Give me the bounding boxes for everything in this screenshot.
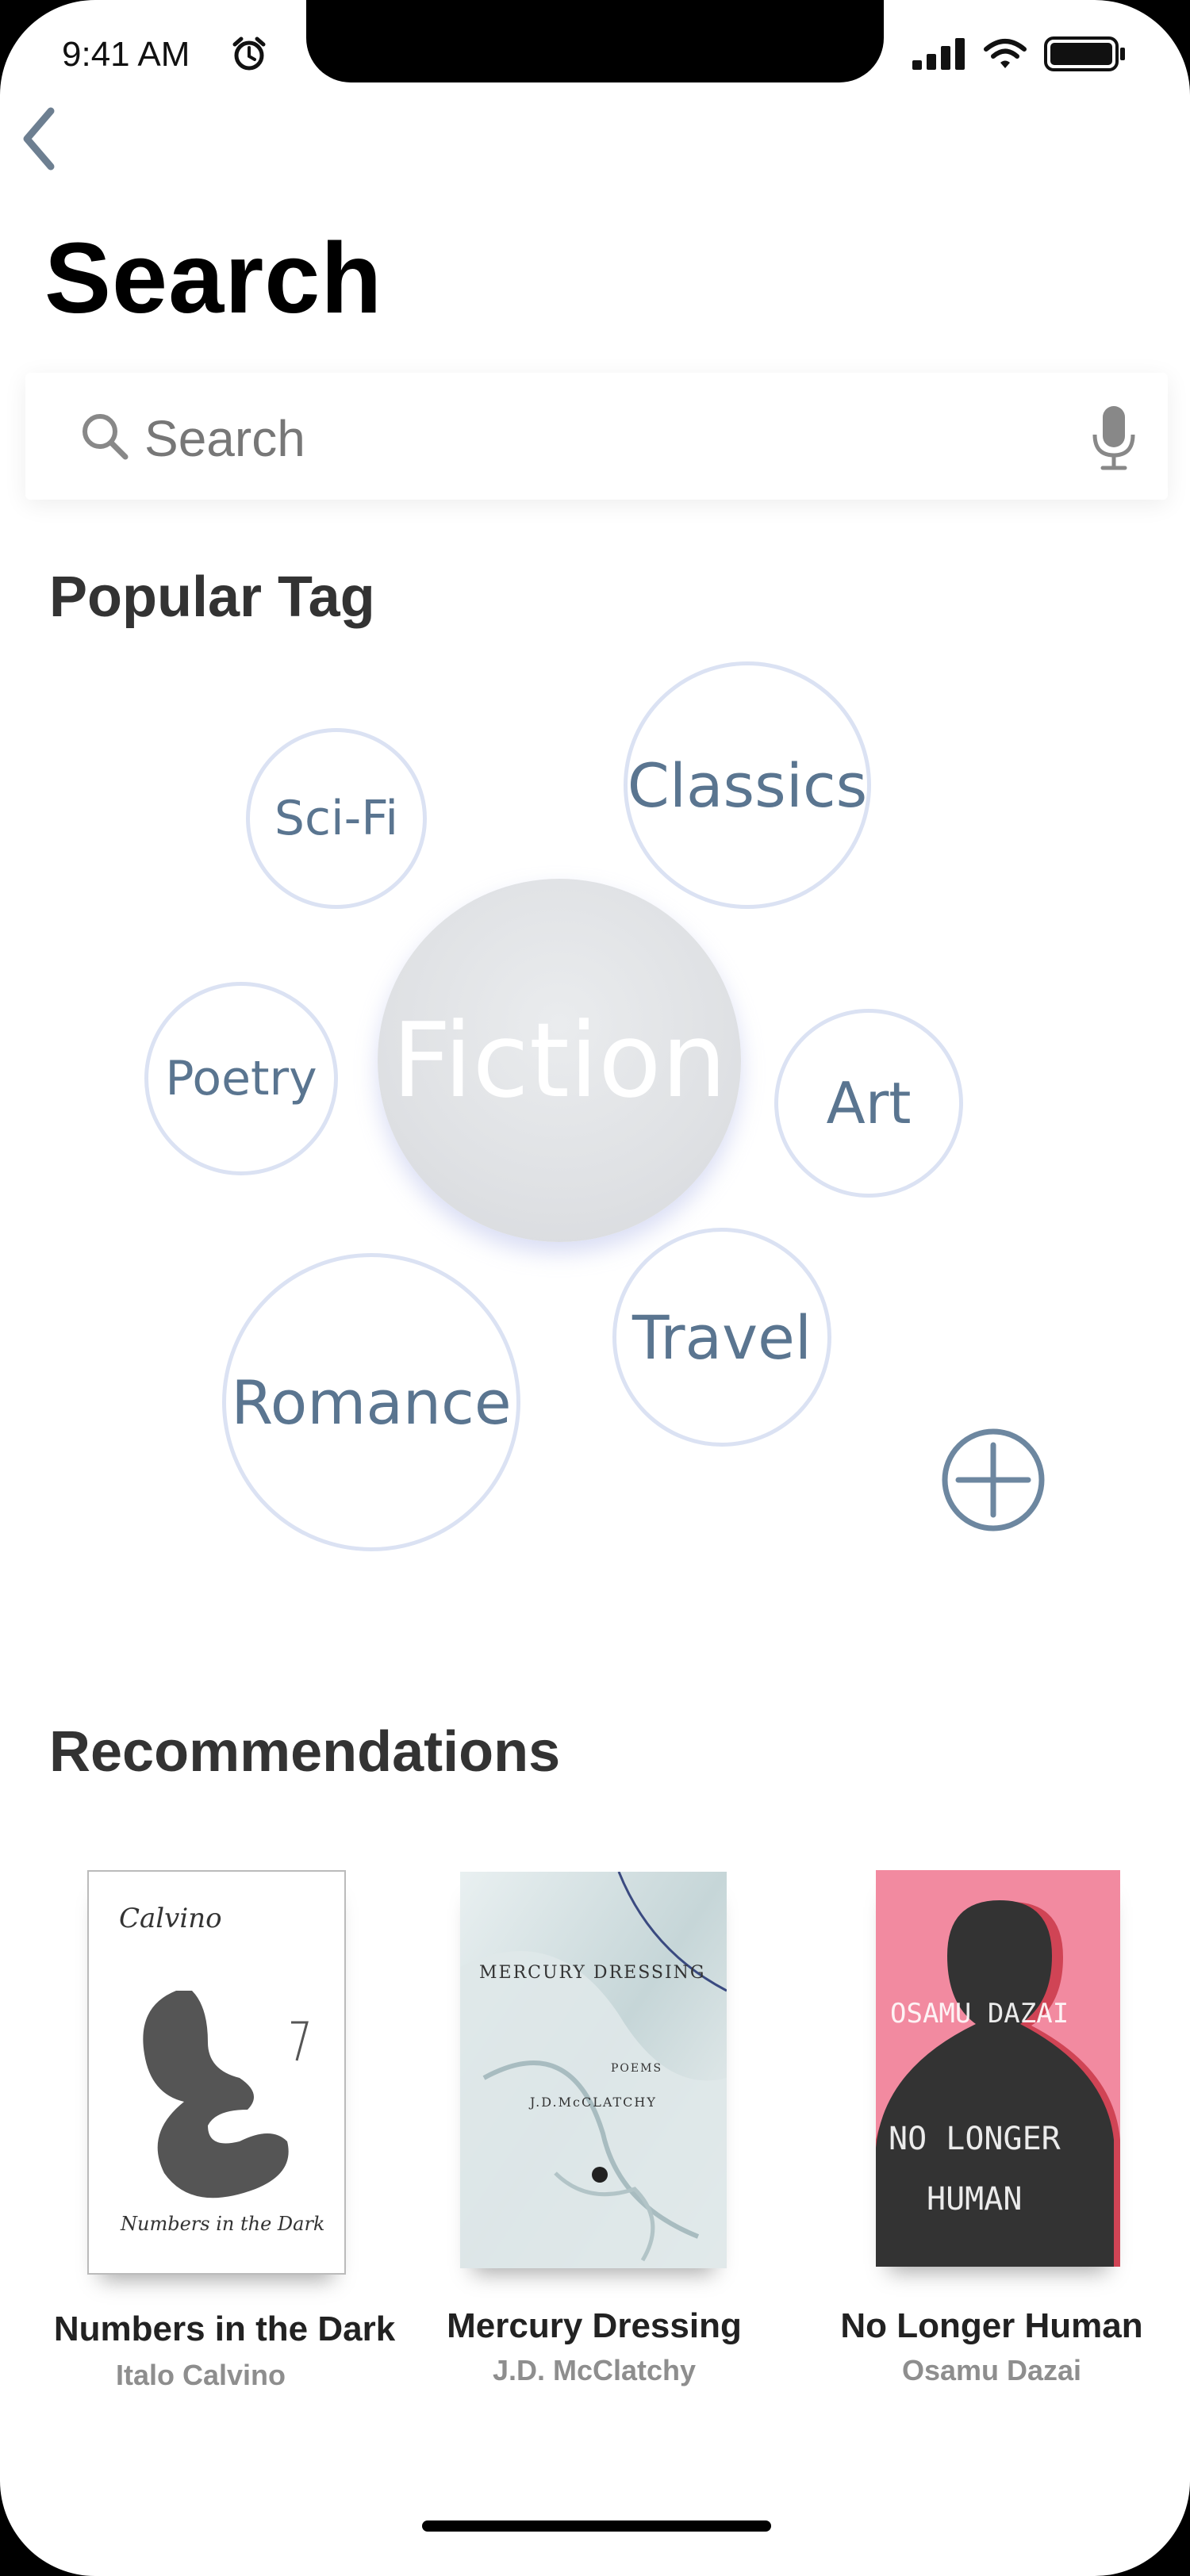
book-cover-no-longer-human[interactable]: OSAMU DAZAI NO LONGER HUMAN (876, 1870, 1120, 2267)
tag-fiction-selected[interactable]: Fiction (378, 879, 741, 1242)
popular-tag-heading: Popular Tag (49, 565, 375, 629)
tag-label: Sci-Fi (274, 791, 399, 846)
tag-art[interactable]: Art (774, 1009, 963, 1198)
tag-sci-fi[interactable]: Sci-Fi (246, 728, 427, 909)
tag-romance[interactable]: Romance (222, 1253, 520, 1551)
svg-text:Calvino: Calvino (119, 1903, 222, 1934)
wifi-icon (984, 39, 1027, 68)
home-indicator[interactable] (422, 2520, 771, 2532)
recommendations-heading: Recommendations (49, 1720, 561, 1784)
svg-text:OSAMU DAZAI: OSAMU DAZAI (890, 1998, 1069, 2030)
search-icon (83, 414, 129, 460)
book-author: Osamu Dazai (901, 2354, 1082, 2386)
search-input[interactable]: Search (144, 409, 305, 468)
tag-travel[interactable]: Travel (612, 1228, 831, 1447)
microphone-icon[interactable] (1090, 404, 1138, 471)
back-chevron-icon[interactable] (16, 103, 63, 174)
tag-label: Travel (632, 1301, 812, 1373)
svg-text:J.D.McCLATCHY: J.D.McCLATCHY (528, 2095, 657, 2110)
svg-text:MERCURY DRESSING: MERCURY DRESSING (479, 1963, 705, 1983)
alarm-icon (232, 36, 266, 71)
search-bar[interactable]: Search (25, 373, 1168, 500)
book-author: J.D. McClatchy (492, 2354, 697, 2386)
book-cover-mercury-dressing[interactable]: MERCURY DRESSING POEMS J.D.McCLATCHY (460, 1872, 727, 2268)
book-title[interactable]: Mercury Dressing (424, 2306, 765, 2346)
phone-screen: 9:41 AM Search Search Popular Tag Sci-Fi… (0, 0, 1190, 2576)
status-time: 9:41 AM (62, 35, 190, 74)
book-author: Italo Calvino (115, 2359, 286, 2391)
book-title[interactable]: No Longer Human (817, 2306, 1166, 2346)
page-title: Search (44, 222, 383, 334)
add-tag-icon[interactable] (941, 1428, 1046, 1532)
tag-label: Poetry (165, 1051, 317, 1106)
notch (306, 0, 884, 82)
cellular-signal-icon (912, 38, 965, 70)
calvino-cover-art: Calvino Numbers in the Dark (119, 1903, 324, 2235)
svg-text:POEMS: POEMS (611, 2062, 662, 2075)
dazai-cover-art: OSAMU DAZAI NO LONGER HUMAN (876, 1900, 1120, 2267)
mercury-cover-art: MERCURY DRESSING POEMS J.D.McCLATCHY (460, 1872, 727, 2268)
tag-poetry[interactable]: Poetry (144, 982, 338, 1175)
book-title[interactable]: Numbers in the Dark (32, 2310, 417, 2349)
svg-text:HUMAN: HUMAN (927, 2181, 1022, 2218)
svg-text:Numbers in the Dark: Numbers in the Dark (120, 2213, 324, 2235)
tag-label: Classics (627, 749, 868, 821)
svg-text:NO LONGER: NO LONGER (889, 2121, 1061, 2157)
tag-classics[interactable]: Classics (624, 661, 871, 909)
tag-label: Romance (231, 1367, 512, 1438)
status-icons (912, 36, 1127, 71)
tag-label: Fiction (392, 1000, 727, 1121)
battery-icon (1044, 36, 1125, 71)
tag-label: Art (826, 1070, 912, 1137)
book-cover-numbers-in-the-dark[interactable]: Calvino Numbers in the Dark (87, 1870, 346, 2275)
